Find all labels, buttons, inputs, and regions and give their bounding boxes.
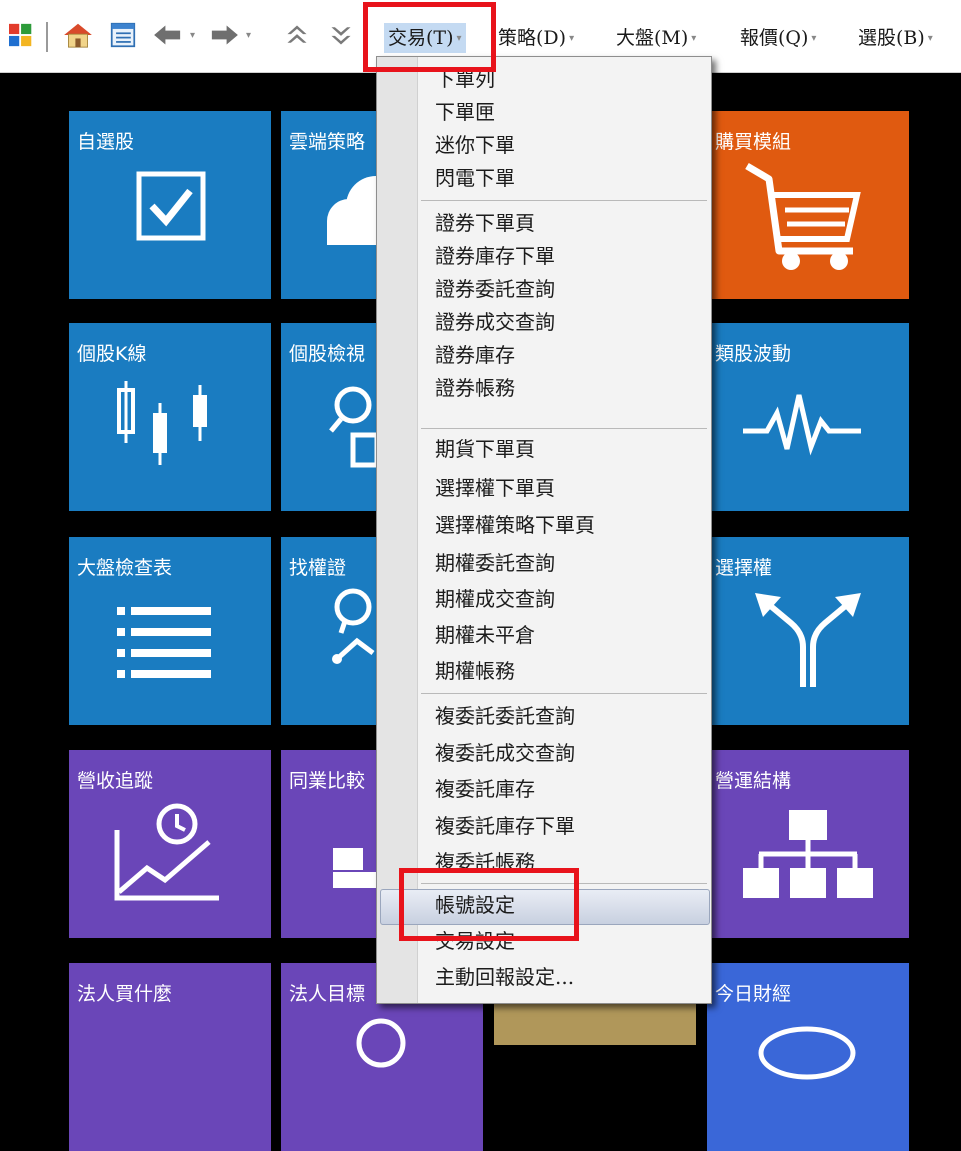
menu-item[interactable]: 證券帳務 bbox=[435, 372, 515, 405]
checkbox-icon bbox=[136, 171, 206, 241]
tile-today-finance[interactable]: 今日財經 bbox=[707, 963, 909, 1151]
layout-grid-icon[interactable] bbox=[8, 22, 36, 48]
chevron-down-icon: ▾ bbox=[811, 33, 817, 44]
scroll-up-icon[interactable] bbox=[282, 22, 312, 48]
tile-buy-module[interactable]: 購買模組 bbox=[707, 111, 909, 299]
menu-market-label: 大盤(M) bbox=[616, 27, 689, 49]
highlight-box-trade-menu bbox=[363, 2, 496, 72]
tile-sector-volatility[interactable]: 類股波動 bbox=[707, 323, 909, 511]
menu-separator bbox=[421, 428, 707, 429]
toolbar-divider bbox=[46, 22, 48, 52]
menu-item[interactable]: 期權帳務 bbox=[435, 655, 515, 688]
menu-stock-screen[interactable]: 選股(B) ▾ bbox=[858, 23, 933, 53]
menu-item[interactable]: 閃電下單 bbox=[435, 162, 515, 195]
tile-options[interactable]: 選擇權 bbox=[707, 537, 909, 725]
trade-dropdown-menu: 下單列 下單匣 迷你下單 閃電下單 證券下單頁 證券庫存下單 證券委託查詢 證券… bbox=[376, 56, 712, 1004]
home-icon[interactable] bbox=[60, 22, 96, 48]
clock-trend-icon bbox=[114, 803, 219, 901]
scroll-down-icon[interactable] bbox=[326, 22, 356, 48]
menu-item[interactable]: 迷你下單 bbox=[435, 129, 515, 162]
menu-item[interactable]: 期權未平倉 bbox=[435, 619, 535, 652]
menu-stock-screen-label: 選股(B) bbox=[858, 27, 925, 49]
menu-item[interactable]: 選擇權策略下單頁 bbox=[435, 509, 595, 542]
menu-item[interactable]: 複委託庫存下單 bbox=[435, 810, 575, 843]
menu-quote[interactable]: 報價(Q) ▾ bbox=[740, 23, 816, 53]
menu-item[interactable]: 複委託成交查詢 bbox=[435, 737, 575, 770]
forward-arrow-icon[interactable] bbox=[206, 22, 242, 48]
candlestick-icon bbox=[117, 381, 207, 465]
menu-item[interactable]: 期權委託查詢 bbox=[435, 547, 555, 580]
fork-arrows-icon bbox=[755, 593, 861, 687]
back-dropdown-caret-icon[interactable]: ▾ bbox=[190, 30, 195, 41]
menu-item[interactable]: 證券庫存 bbox=[435, 339, 515, 372]
shopping-cart-icon bbox=[745, 162, 861, 270]
menu-item[interactable]: 下單匣 bbox=[435, 96, 495, 129]
menu-item[interactable]: 選擇權下單頁 bbox=[435, 472, 555, 505]
menu-separator bbox=[421, 200, 707, 201]
menu-item[interactable]: 證券成交查詢 bbox=[435, 306, 555, 339]
menu-strategy[interactable]: 策略(D) ▾ bbox=[498, 23, 574, 53]
highlight-box-account-settings bbox=[399, 868, 579, 941]
menu-quote-label: 報價(Q) bbox=[740, 27, 809, 49]
menu-item[interactable]: 證券委託查詢 bbox=[435, 273, 555, 306]
pulse-wave-icon bbox=[743, 394, 861, 456]
tile-label: 法人買什麼 bbox=[77, 983, 173, 1005]
tile-market-checklist[interactable]: 大盤檢查表 bbox=[69, 537, 271, 725]
org-chart-icon bbox=[743, 810, 873, 898]
menu-strategy-label: 策略(D) bbox=[498, 27, 567, 49]
chevron-down-icon: ▾ bbox=[691, 33, 697, 44]
list-view-icon[interactable] bbox=[108, 22, 138, 48]
tile-institution-buys[interactable]: 法人買什麼 bbox=[69, 963, 271, 1151]
chevron-down-icon: ▾ bbox=[927, 33, 933, 44]
menu-item[interactable]: 證券庫存下單 bbox=[435, 240, 555, 273]
menu-item[interactable]: 期貨下單頁 bbox=[435, 433, 535, 466]
tile-watchlist[interactable]: 自選股 bbox=[69, 111, 271, 299]
tile-operation-structure[interactable]: 營運結構 bbox=[707, 750, 909, 938]
menu-item[interactable]: 期權成交查詢 bbox=[435, 583, 555, 616]
tile-revenue-tracking[interactable]: 營收追蹤 bbox=[69, 750, 271, 938]
menu-separator bbox=[421, 693, 707, 694]
chevron-down-icon: ▾ bbox=[569, 33, 575, 44]
menu-item[interactable]: 主動回報設定... bbox=[435, 961, 574, 994]
menu-market[interactable]: 大盤(M) ▾ bbox=[616, 23, 696, 53]
menu-item[interactable]: 證券下單頁 bbox=[435, 207, 535, 240]
menu-item[interactable]: 複委託庫存 bbox=[435, 773, 535, 806]
menu-icon-gutter bbox=[377, 57, 418, 1003]
tile-k-line[interactable]: 個股K線 bbox=[69, 323, 271, 511]
bullet-list-icon bbox=[117, 607, 211, 678]
menu-item[interactable]: 複委託委託查詢 bbox=[435, 700, 575, 733]
circle-icon bbox=[758, 1026, 856, 1080]
forward-dropdown-caret-icon[interactable]: ▾ bbox=[246, 30, 251, 41]
back-arrow-icon[interactable] bbox=[150, 22, 186, 48]
